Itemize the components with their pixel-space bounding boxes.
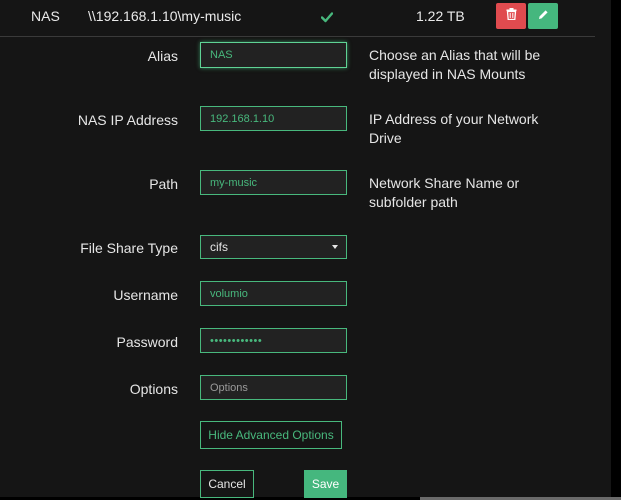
window-edge	[611, 0, 621, 500]
mount-name: NAS	[31, 8, 60, 24]
hide-advanced-options-button[interactable]: Hide Advanced Options	[200, 421, 342, 449]
save-button[interactable]: Save	[304, 470, 347, 498]
trash-icon	[506, 7, 517, 25]
cancel-button[interactable]: Cancel	[200, 470, 254, 498]
fstype-select[interactable]: cifs	[200, 235, 347, 259]
options-input[interactable]	[200, 375, 347, 400]
fstype-label: File Share Type	[80, 240, 178, 256]
caret-down-icon	[332, 245, 338, 249]
password-label: Password	[116, 334, 178, 350]
mount-row: NAS \\192.168.1.10\my-music 1.22 TB	[0, 0, 595, 37]
ip-label: NAS IP Address	[77, 112, 178, 128]
username-input[interactable]	[200, 281, 347, 306]
mount-size: 1.22 TB	[416, 8, 465, 24]
path-label: Path	[149, 176, 178, 192]
edit-mount-button[interactable]	[528, 3, 558, 29]
alias-input[interactable]	[200, 42, 347, 68]
pencil-icon	[538, 7, 549, 25]
username-label: Username	[113, 287, 178, 303]
check-icon	[320, 10, 334, 24]
path-help: Network Share Name or subfolder path	[369, 175, 520, 210]
mount-path: \\192.168.1.10\my-music	[88, 8, 242, 24]
alias-label: Alias	[147, 48, 178, 64]
password-input[interactable]	[200, 328, 347, 353]
options-label: Options	[129, 381, 178, 397]
ip-input[interactable]	[200, 106, 347, 131]
fstype-value: cifs	[210, 240, 228, 254]
ip-help: IP Address of your Network Drive	[369, 111, 539, 146]
alias-help: Choose an Alias that will be displayed i…	[369, 47, 541, 82]
delete-mount-button[interactable]	[496, 3, 526, 29]
path-input[interactable]	[200, 170, 347, 195]
